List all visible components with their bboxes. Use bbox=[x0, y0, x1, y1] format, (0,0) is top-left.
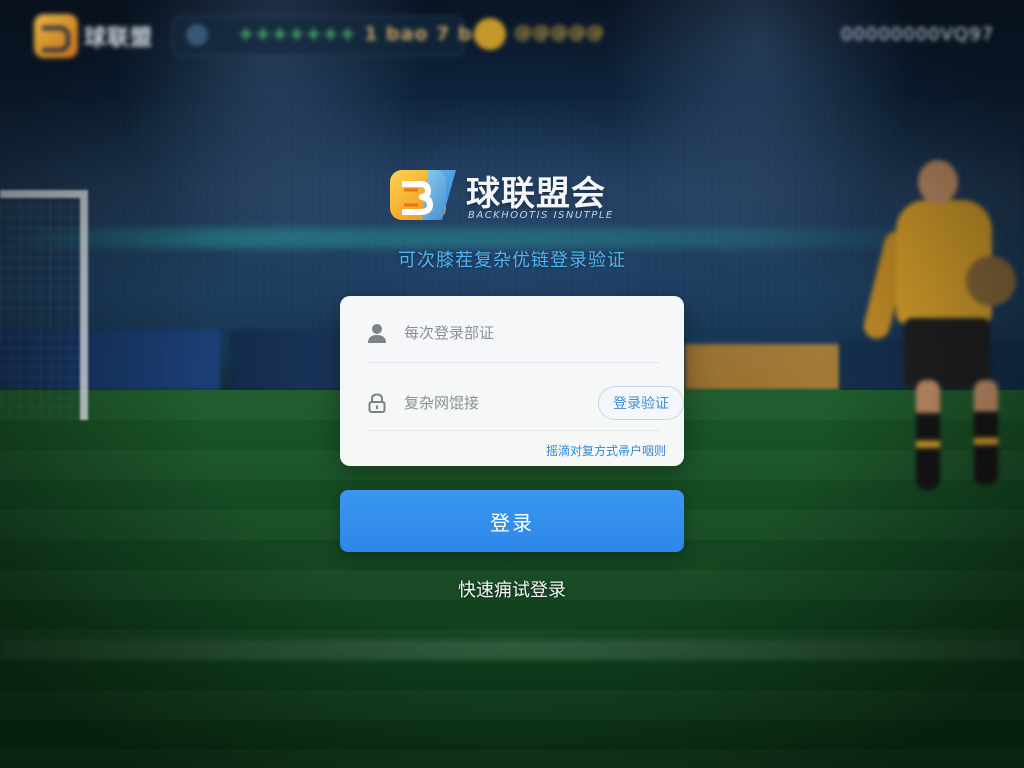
login-card: 登录验证 摇滴对复方式帚户咽则 bbox=[340, 296, 684, 466]
brand-logo-icon bbox=[390, 170, 456, 220]
user-icon bbox=[366, 322, 388, 344]
quick-login-link[interactable]: 快速痈试登录 bbox=[458, 580, 566, 601]
header-coin-icon bbox=[474, 18, 506, 50]
verify-code-button[interactable]: 登录验证 bbox=[598, 386, 684, 420]
tagline: 可次膝茬复杂优链登录验证 bbox=[398, 250, 626, 271]
top-header: 球联盟 +++++++ 1 bao 7 bao @@@@@ 00000000VQ… bbox=[0, 0, 1024, 72]
username-row bbox=[366, 304, 660, 363]
header-logo-icon bbox=[34, 14, 78, 58]
header-coin-text: @@@@@ bbox=[514, 22, 604, 43]
password-input[interactable] bbox=[404, 394, 598, 412]
header-stats-text: +++++++ 1 bao 7 bao bbox=[238, 23, 501, 45]
header-stats-icon bbox=[186, 24, 208, 46]
password-row: 登录验证 bbox=[366, 376, 684, 431]
quick-login-row: 快速痈试登录 bbox=[0, 576, 1024, 602]
lock-icon bbox=[366, 392, 388, 414]
brand-logo: 球联盟会 BACKHOOTIS ISNUTPLE bbox=[388, 160, 638, 230]
header-right-text: 00000000VQ97 bbox=[840, 24, 994, 45]
brand-title: 球联盟会 bbox=[466, 174, 606, 214]
help-link[interactable]: 摇滴对复方式帚户咽则 bbox=[546, 442, 666, 459]
username-input[interactable] bbox=[404, 324, 660, 342]
header-brand: 球联盟 bbox=[84, 26, 154, 51]
login-button[interactable]: 登录 bbox=[340, 490, 684, 552]
brand-subtitle: BACKHOOTIS ISNUTPLE bbox=[468, 210, 614, 221]
